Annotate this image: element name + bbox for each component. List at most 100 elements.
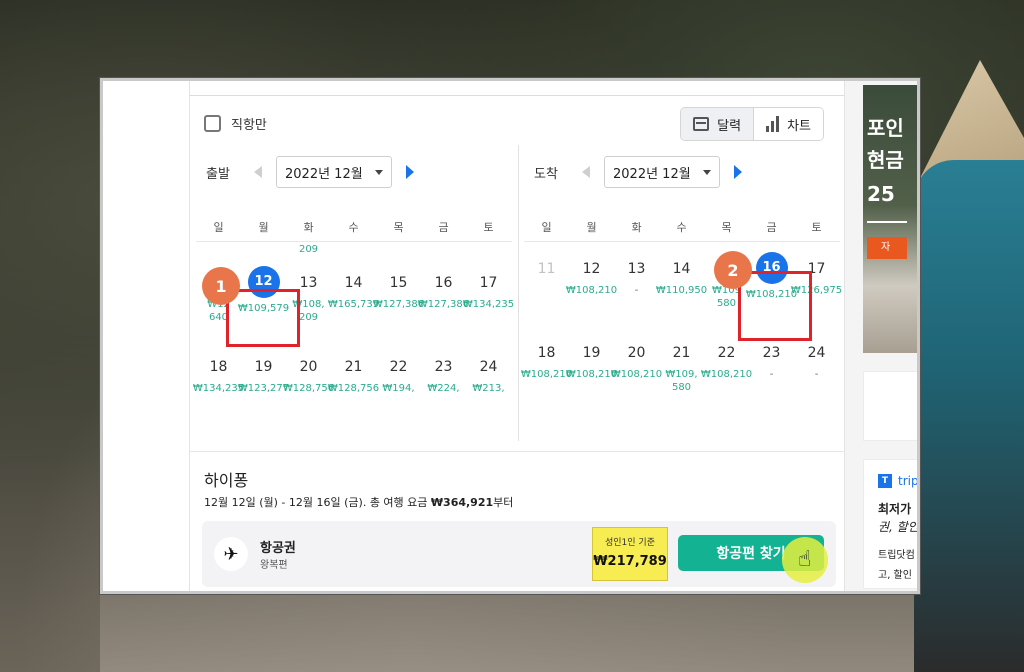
chart-view-label: 차트 (787, 118, 811, 134)
trip-brand: trip (898, 474, 919, 488)
day-number: 22 (389, 359, 408, 375)
trip-logo-icon: T (878, 474, 892, 488)
destination-title: 하이퐁 (204, 471, 249, 490)
direct-only-checkbox[interactable] (204, 115, 221, 132)
calendar-day[interactable]: 13 - (614, 228, 659, 312)
day-number: 24 (807, 345, 826, 361)
calendar-day[interactable]: 19 ₩108,210 (566, 312, 617, 396)
day-price: ₩134,235 (192, 383, 245, 394)
day-number: 15 (389, 275, 408, 291)
calendar-day[interactable]: 23 ₩224, (421, 326, 466, 410)
trip-line-1: 최저가 (878, 502, 912, 516)
fare-subtype: 왕복편 (260, 560, 288, 571)
day-number: 14 (344, 275, 363, 291)
prev-month-icon[interactable] (254, 166, 262, 178)
day-price: ₩127,386 (372, 299, 425, 310)
departure-label: 출발 (206, 166, 230, 182)
trip-summary-total: ₩364,921 (430, 496, 494, 509)
chart-view-button[interactable]: 차트 (754, 108, 823, 140)
day-number: 18 (537, 345, 556, 361)
calendar-day[interactable]: 21 ₩128,756 (327, 326, 380, 410)
day-price: - (769, 369, 774, 380)
day-price: ₩108,210 (520, 369, 573, 380)
day-number: 17 (479, 275, 498, 291)
day-number: 13 (299, 275, 318, 291)
calendar-day[interactable]: 17 ₩134,235 (463, 242, 514, 326)
step-badge-1: 1 (202, 267, 240, 305)
departure-month-select[interactable]: 2022년 12월 (276, 156, 392, 188)
day-price: ₩165,739 (327, 299, 380, 310)
calendar-day[interactable]: 11 (524, 228, 569, 312)
day-number: 12 (582, 261, 601, 277)
next-month-icon[interactable] (406, 165, 414, 179)
day-number: 21 (672, 345, 691, 361)
ad-cta[interactable]: 자 (867, 237, 907, 259)
chevron-down-icon (375, 169, 383, 175)
calendar-day[interactable]: 16 ₩127,386 (417, 242, 470, 326)
day-price: ₩108,210 (565, 285, 618, 296)
day-price: ₩213, (472, 383, 505, 394)
calendar-day[interactable]: 22 ₩194, (376, 326, 421, 410)
calendar-day[interactable]: 18 ₩108,210 (520, 312, 573, 396)
direct-only-filter[interactable]: 직항만 (204, 114, 267, 133)
calendar-view-button[interactable]: 달력 (681, 108, 755, 140)
trip-line-3: 트립닷컴 (878, 550, 915, 561)
arrival-label: 도착 (534, 166, 558, 182)
left-gutter (103, 81, 189, 591)
day-price: ₩128,756 (282, 383, 335, 394)
day-number: 19 (582, 345, 601, 361)
trip-summary-suffix: 부터 (493, 496, 514, 509)
calendar-day[interactable]: 12 ₩108,210 (565, 228, 618, 312)
calendar-view-label: 달력 (717, 118, 742, 134)
calendar-divider (518, 145, 519, 441)
fare-price: ₩217,789 (593, 554, 667, 569)
weekday-label: 화 (303, 221, 314, 234)
calendar-day[interactable]: 14 ₩110,950 (656, 228, 707, 312)
trip-ad-box[interactable]: T trip 최저가 권, 할인 트립닷컴 고, 할인 (863, 459, 919, 589)
calendar-day[interactable]: 15 ₩127,386 (372, 242, 425, 326)
departure-weekdays: 일월화수목금토 (196, 215, 518, 241)
day-number: 22 (717, 345, 736, 361)
view-toggle: 달력 차트 (680, 107, 824, 141)
day-number: 19 (254, 359, 273, 375)
departure-month-value: 2022년 12월 (285, 166, 363, 182)
next-month-icon[interactable] (734, 165, 742, 179)
result-divider (190, 451, 844, 452)
calendar-day[interactable]: 14 ₩165,739 (327, 242, 380, 326)
day-number: 16 (434, 275, 453, 291)
day-price: ₩194, (382, 383, 415, 394)
arrival-month-value: 2022년 12월 (613, 166, 691, 182)
day-number: 13 (627, 261, 646, 277)
departure-highlight-box (226, 289, 300, 347)
weekday-label: 수 (348, 221, 359, 234)
day-price: - (634, 285, 639, 296)
price-basis-label: 성인1인 기준 (605, 538, 655, 548)
bar-chart-icon (766, 116, 780, 132)
day-number: 23 (762, 345, 781, 361)
day-number: 11 (537, 261, 556, 277)
day-number: 14 (672, 261, 691, 277)
day-price: ₩127,386 (417, 299, 470, 310)
prev-month-icon[interactable] (582, 166, 590, 178)
day-number: 20 (627, 345, 646, 361)
day-price: - (814, 369, 819, 380)
direct-only-label: 직항만 (231, 118, 267, 133)
day-price: ₩109, 580 (665, 369, 698, 393)
trip-line-4: 고, 할인 (878, 570, 912, 581)
day-number: 21 (344, 359, 363, 375)
ad-headline-2: 현금 (867, 148, 904, 172)
background-person (914, 160, 1024, 672)
day-price: ₩128,756 (327, 383, 380, 394)
price-box: 성인1인 기준 ₩217,789 (592, 527, 668, 581)
day-number: 20 (299, 359, 318, 375)
weekday-label: 일 (213, 221, 224, 234)
step-badge-2: 2 (714, 251, 752, 289)
weekday-label: 월 (258, 221, 269, 234)
flight-search-panel: 직항만 달력 차트 출발 2022년 12월 일 월 화 수 목 금 토 209… (189, 81, 845, 591)
calendar-day[interactable]: 21 ₩109, 580 (659, 312, 704, 396)
calendar-day[interactable]: 24 ₩213, (466, 326, 511, 410)
fare-type: 항공권 (260, 541, 296, 556)
weekday-label: 토 (483, 221, 494, 234)
arrival-month-select[interactable]: 2022년 12월 (604, 156, 720, 188)
calendar-day[interactable]: 20 ₩108,210 (611, 312, 662, 396)
